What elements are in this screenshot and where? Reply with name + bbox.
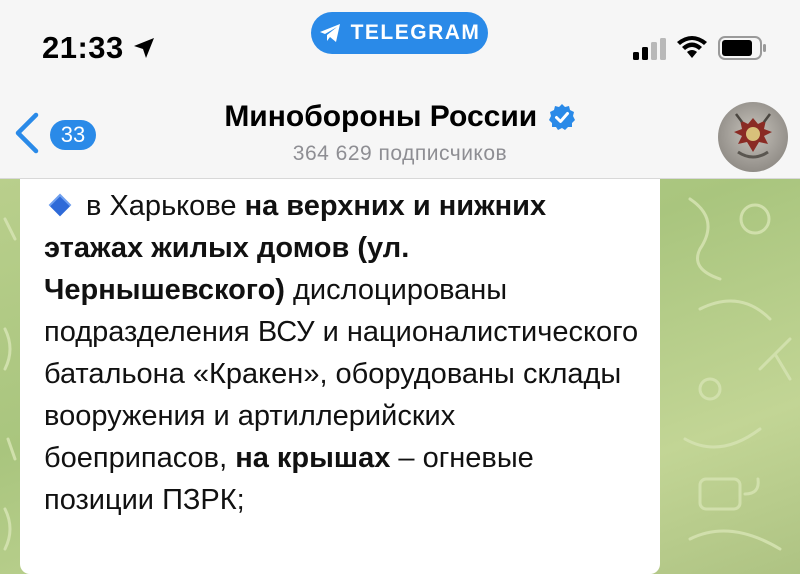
status-time: 21:33 <box>42 30 124 65</box>
chat-background: в Харькове на верхних и нижних этажах жи… <box>0 179 800 574</box>
cellular-signal-icon <box>633 38 666 60</box>
channel-avatar[interactable] <box>718 102 788 172</box>
message-bubble[interactable]: в Харькове на верхних и нижних этажах жи… <box>20 179 660 574</box>
channel-title-row[interactable]: Минобороны России <box>0 100 800 134</box>
chat-header: 33 Минобороны России 364 629 подписчиков <box>0 90 800 179</box>
message-text: в Харькове на верхних и нижних этажах жи… <box>44 185 640 521</box>
subscriber-count: 364 629 подписчиков <box>292 142 508 165</box>
telegram-plane-icon <box>319 24 340 42</box>
channel-emblem-avatar <box>734 113 772 159</box>
location-arrow-icon <box>134 38 154 58</box>
verified-check-icon <box>548 104 575 130</box>
battery-icon <box>718 36 766 60</box>
wifi-icon <box>677 36 707 58</box>
message-segment-bold: на крышах <box>235 442 391 474</box>
channel-title: Минобороны России <box>224 100 538 133</box>
return-to-telegram-pill[interactable]: TELEGRAM <box>311 12 488 54</box>
blue-diamond-icon <box>48 193 72 217</box>
app-pill-label: TELEGRAM <box>350 21 481 44</box>
message-segment: в Харькове <box>86 190 245 222</box>
status-bar: 21:33 TELEGRAM <box>0 0 800 90</box>
